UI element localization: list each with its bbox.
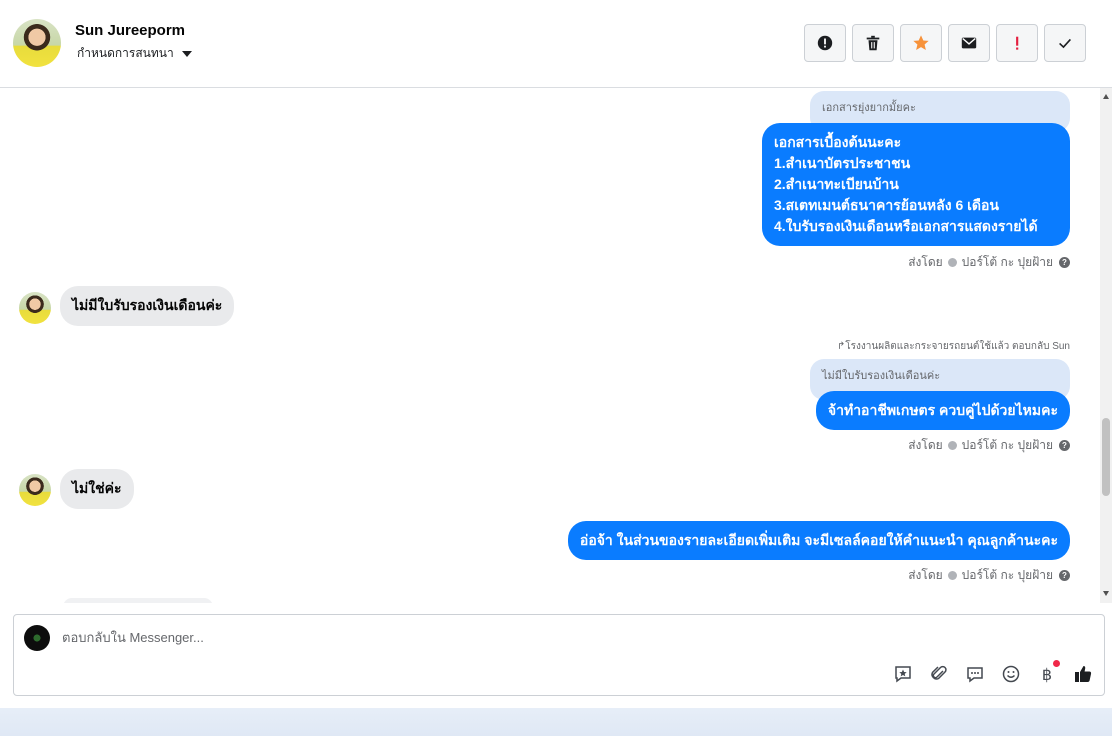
- message-templates-button[interactable]: [964, 663, 986, 685]
- sent-by-label: ส่งโดย: [908, 255, 943, 269]
- like-button[interactable]: [1072, 663, 1094, 685]
- thumbs-up-icon: [1075, 666, 1092, 682]
- incoming-message[interactable]: ไม่มีใบรับรองเงินเดือนค่ะ: [60, 286, 235, 326]
- notification-dot: [1053, 660, 1060, 667]
- mark-unread-button[interactable]: [948, 24, 990, 62]
- sender-name: ปอร์โต้ กะ ปุยฝ้าย: [961, 255, 1053, 269]
- verified-icon: [947, 258, 957, 267]
- reply-composer: ฿: [13, 614, 1105, 696]
- verified-icon: [947, 571, 957, 580]
- exclamation-circle-icon: [817, 35, 833, 51]
- scroll-down-arrow-icon[interactable]: [1103, 591, 1109, 596]
- checkmark-icon: [1059, 38, 1072, 49]
- sender-name: ปอร์โต้ กะ ปุยฝ้าย: [961, 568, 1053, 582]
- attach-file-button[interactable]: [928, 663, 950, 685]
- sent-by-label: ส่งโดย: [908, 438, 943, 452]
- composer-tools: ฿: [892, 660, 1094, 685]
- emoji-button[interactable]: [1000, 663, 1022, 685]
- baht-icon: ฿: [1041, 664, 1053, 684]
- assign-conversation-dropdown[interactable]: กำหนดการสนทนา: [77, 44, 192, 63]
- outgoing-message[interactable]: อ่อจ้า ในส่วนของรายละเอียดเพิ่มเติม จะมี…: [567, 521, 1070, 560]
- outgoing-message[interactable]: เอกสารเบื้องต้นนะคะ 1.สำเนาบัตรประชาชน 2…: [762, 123, 1070, 246]
- scrollbar-thumb[interactable]: [1102, 418, 1110, 496]
- verified-icon: [947, 441, 957, 450]
- sent-by-label: ส่งโดย: [908, 568, 943, 582]
- message-thread: เอกสารยุ่งยากมั้ยคะ เอกสารเบื้องต้นนะคะ …: [0, 88, 1100, 603]
- conversation-header: Sun Jureeporm กำหนดการสนทนา: [0, 0, 1112, 88]
- caret-down-icon: [181, 50, 192, 57]
- sent-by-info: ส่งโดย ปอร์โต้ กะ ปุยฝ้าย ?: [908, 436, 1070, 455]
- message-line: 3.สเตทเมนต์ธนาคารย้อนหลัง 6 เดือน: [774, 197, 999, 213]
- star-button[interactable]: [900, 24, 942, 62]
- trash-icon: [866, 35, 880, 51]
- help-icon[interactable]: ?: [1059, 257, 1070, 268]
- incoming-message-partial: [63, 598, 213, 603]
- contact-avatar-small: [19, 292, 51, 324]
- smiley-icon: [1002, 665, 1020, 683]
- help-icon[interactable]: ?: [1059, 570, 1070, 581]
- conversation-toolbar: [804, 24, 1086, 62]
- delete-button[interactable]: [852, 24, 894, 62]
- help-icon[interactable]: ?: [1059, 440, 1070, 451]
- report-spam-button[interactable]: [804, 24, 846, 62]
- contact-name[interactable]: Sun Jureeporm: [75, 22, 185, 39]
- sent-by-info: ส่งโดย ปอร์โต้ กะ ปุยฝ้าย ?: [908, 253, 1070, 272]
- contact-avatar[interactable]: [13, 19, 61, 67]
- message-line: เอกสารเบื้องต้นนะคะ: [774, 134, 902, 150]
- quoted-message-text: ไม่มีใบรับรองเงินเดือนค่ะ: [822, 370, 941, 382]
- payment-button[interactable]: ฿: [1036, 660, 1060, 685]
- page-footer-band: [0, 708, 1112, 736]
- message-line: 4.ใบรับรองเงินเดือนหรือเอกสารแสดงรายได้: [774, 218, 1038, 234]
- paperclip-icon: [931, 665, 947, 680]
- reply-input[interactable]: [62, 627, 962, 647]
- contact-avatar-small: [19, 474, 51, 506]
- star-icon: [913, 35, 929, 51]
- mark-important-button[interactable]: [996, 24, 1038, 62]
- page-avatar: [24, 625, 50, 651]
- envelope-icon: [961, 37, 977, 49]
- assign-conversation-label: กำหนดการสนทนา: [77, 46, 174, 60]
- thread-scrollbar[interactable]: [1100, 88, 1112, 603]
- outgoing-message[interactable]: จ้าทำอาชีพเกษตร ควบคู่ไปด้วยไหมคะ: [815, 391, 1070, 430]
- mark-done-button[interactable]: [1044, 24, 1086, 62]
- sent-by-info: ส่งโดย ปอร์โต้ กะ ปุยฝ้าย ?: [908, 566, 1070, 585]
- scroll-up-arrow-icon[interactable]: [1103, 94, 1109, 99]
- reply-note: ↱โรงงานผลิตและกระจายรถยนต์ใช้แล้ว ตอบกลั…: [836, 341, 1070, 352]
- sender-name: ปอร์โต้ กะ ปุยฝ้าย: [961, 438, 1053, 452]
- message-line: 2.สำเนาทะเบียนบ้าน: [774, 176, 899, 192]
- exclamation-icon: [1016, 36, 1019, 50]
- chat-bubble-icon: [967, 667, 983, 683]
- quoted-message-text: เอกสารยุ่งยากมั้ยคะ: [822, 102, 916, 114]
- saved-reply-icon: [895, 666, 911, 683]
- incoming-message[interactable]: ไม่ใช่ค่ะ: [60, 469, 134, 509]
- message-line: 1.สำเนาบัตรประชาชน: [774, 155, 911, 171]
- saved-replies-button[interactable]: [892, 663, 914, 685]
